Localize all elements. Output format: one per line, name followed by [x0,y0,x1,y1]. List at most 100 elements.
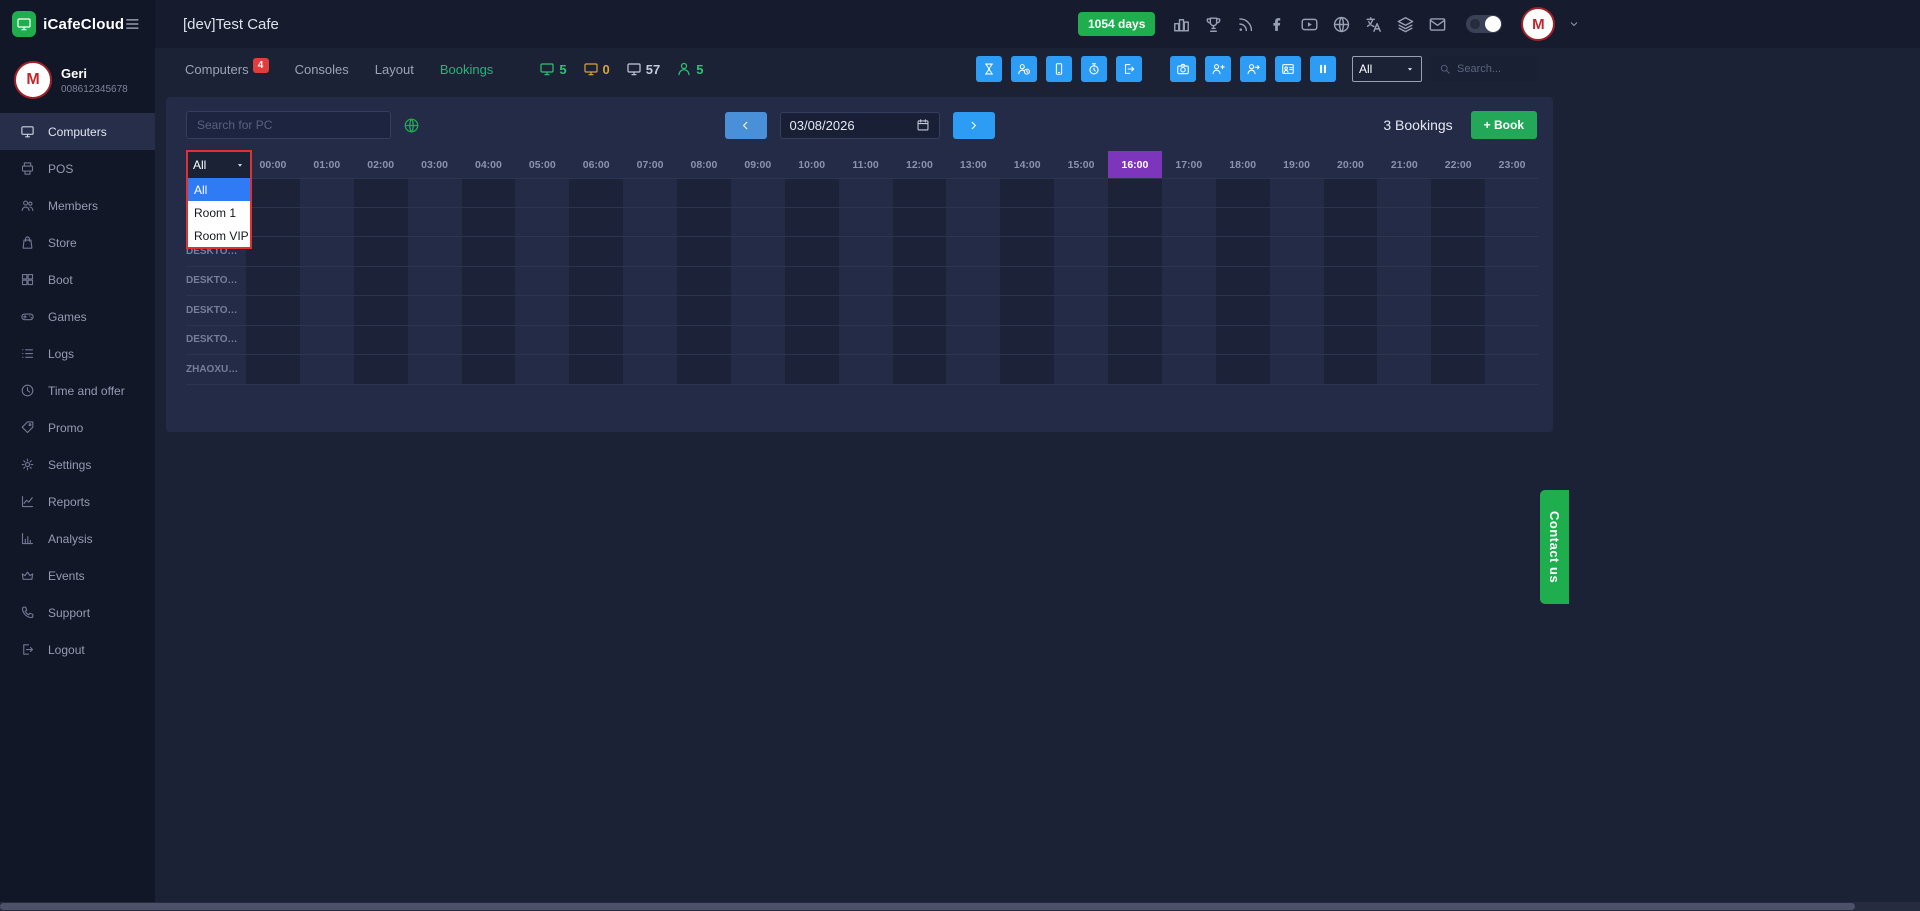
timeline-cell[interactable] [677,355,731,384]
contact-us-button[interactable]: Contact us [1540,490,1569,604]
timeline-cell[interactable] [246,355,300,384]
timeline-cell[interactable] [1162,296,1216,325]
horizontal-scrollbar[interactable] [0,902,1920,911]
timeline-cell[interactable] [515,267,569,296]
timeline-cell[interactable] [1054,355,1108,384]
timeline-cell[interactable] [569,355,623,384]
timeline-cell[interactable] [354,355,408,384]
timeline-cell[interactable] [1216,179,1270,207]
timeline-cell[interactable] [731,179,785,207]
camera-button[interactable] [1170,56,1196,82]
hourglass-button[interactable] [976,56,1002,82]
timeline-cell[interactable] [946,208,1000,237]
timeline-cell[interactable] [893,179,947,207]
timeline-cell[interactable] [1000,179,1054,207]
timeline-cell[interactable] [623,267,677,296]
globe-icon[interactable] [403,117,420,134]
timeline-cell[interactable] [408,355,462,384]
timeline-cell[interactable] [1000,237,1054,266]
timeline-cell[interactable] [731,237,785,266]
tab-consoles[interactable]: Consoles [295,62,349,77]
timeline-cell[interactable] [1377,326,1431,355]
timeline-cell[interactable] [462,237,516,266]
timeline-cell[interactable] [354,237,408,266]
timeline-cell[interactable] [1377,179,1431,207]
sidebar-item-games[interactable]: Games [0,298,155,335]
timeline-cell[interactable] [677,237,731,266]
timeline-cell[interactable] [408,208,462,237]
timeline-cell[interactable] [1000,355,1054,384]
timeline-cell[interactable] [1162,267,1216,296]
room-option-room-1[interactable]: Room 1 [188,201,250,224]
timeline-cell[interactable] [785,296,839,325]
timeline-cell[interactable] [246,267,300,296]
timeline-cell[interactable] [300,355,354,384]
user-avatar[interactable]: M [1521,7,1555,41]
timeline-cell[interactable] [1000,267,1054,296]
timeline-cell[interactable] [1431,355,1485,384]
timeline-cell[interactable] [462,355,516,384]
room-filter-select[interactable]: All [188,152,250,178]
timeline-cell[interactable] [300,237,354,266]
timeline-cell[interactable] [677,208,731,237]
timeline-cell[interactable] [946,326,1000,355]
timeline-cell[interactable] [1270,267,1324,296]
filter-select[interactable]: All [1352,56,1422,82]
timeline-cell[interactable] [1324,237,1378,266]
timeline-cell[interactable] [623,179,677,207]
sidebar-item-settings[interactable]: Settings [0,446,155,483]
sign-out-button[interactable] [1116,56,1142,82]
youtube-icon[interactable] [1300,15,1319,34]
timeline-cell[interactable] [1216,208,1270,237]
timeline-cell[interactable] [462,267,516,296]
timeline-cell[interactable] [623,296,677,325]
sidebar-item-pos[interactable]: POS [0,150,155,187]
timeline-cell[interactable] [1162,208,1216,237]
timeline-cell[interactable] [246,237,300,266]
timeline-cell[interactable] [462,179,516,207]
timeline-cell[interactable] [300,296,354,325]
timeline-cell[interactable] [1431,208,1485,237]
timeline-cell[interactable] [1108,208,1162,237]
timeline-cell[interactable] [623,237,677,266]
timeline-cell[interactable] [893,355,947,384]
timeline-cell[interactable] [839,296,893,325]
timeline-cell[interactable] [515,208,569,237]
timeline-cell[interactable] [462,296,516,325]
sidebar-item-members[interactable]: Members [0,187,155,224]
timeline-cell[interactable] [1324,326,1378,355]
timeline-cell[interactable] [1377,237,1431,266]
timeline-cell[interactable] [1054,267,1108,296]
timeline-cell[interactable] [623,355,677,384]
id-card-button[interactable] [1275,56,1301,82]
translate-icon[interactable] [1364,15,1383,34]
timeline-cell[interactable] [1054,237,1108,266]
timeline-cell[interactable] [731,208,785,237]
sidebar-item-analysis[interactable]: Analysis [0,520,155,557]
timeline-cell[interactable] [1108,179,1162,207]
timeline-cell[interactable] [893,237,947,266]
timeline-cell[interactable] [1485,208,1539,237]
timeline-cell[interactable] [408,267,462,296]
timeline-cell[interactable] [300,267,354,296]
timeline-cell[interactable] [1108,326,1162,355]
timeline-cell[interactable] [300,179,354,207]
timeline-cell[interactable] [893,326,947,355]
timeline-cell[interactable] [1216,237,1270,266]
timeline-cell[interactable] [731,355,785,384]
timeline-cell[interactable] [354,296,408,325]
timeline-cell[interactable] [408,237,462,266]
timeline-cell[interactable] [300,326,354,355]
timeline-cell[interactable] [893,296,947,325]
timeline-cell[interactable] [731,296,785,325]
sidebar-item-promo[interactable]: Promo [0,409,155,446]
timeline-cell[interactable] [1216,267,1270,296]
timeline-cell[interactable] [1431,296,1485,325]
facebook-icon[interactable] [1268,15,1287,34]
hamburger-menu-icon[interactable] [124,15,141,33]
timeline-cell[interactable] [1485,326,1539,355]
timeline-cell[interactable] [515,296,569,325]
sidebar-item-computers[interactable]: Computers [0,113,155,150]
timeline-cell[interactable] [1054,326,1108,355]
timeline-cell[interactable] [569,179,623,207]
